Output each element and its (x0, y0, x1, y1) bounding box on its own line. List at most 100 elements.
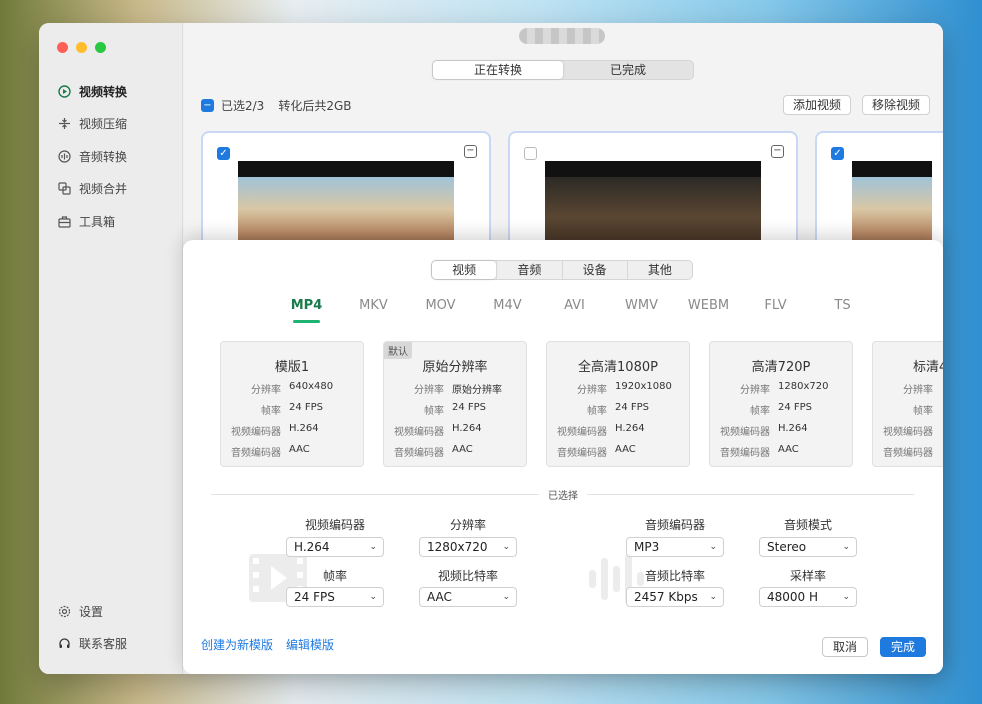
format-tab[interactable]: AVI (541, 298, 608, 313)
collapse-icon[interactable]: − (771, 145, 784, 158)
sidebar-item-label: 联系客服 (79, 637, 128, 652)
select-value: AAC (427, 590, 452, 604)
format-tab[interactable]: MKV (340, 298, 407, 313)
preset-card[interactable]: 默认 原始分辨率 分辨率 原始分辨率 帧率 24 FPS 视频编码器 H.264 音频… (383, 341, 527, 467)
sidebar-item-toolbox[interactable]: 工具箱 (57, 205, 127, 238)
select-value: H.264 (294, 540, 330, 554)
merge-icon (57, 182, 71, 196)
sidebar-item-video-compress[interactable]: 视频压缩 (57, 108, 127, 141)
audio-codec-label: 音频编码器 (644, 518, 705, 532)
video-codec-label: 视频编码器 (304, 518, 365, 532)
preset-card[interactable]: 标清4 分辨率 帧率 视频编码器 音频编码器 (872, 341, 943, 467)
cancel-button[interactable]: 取消 (822, 637, 869, 657)
preset-name: 模版1 (274, 360, 310, 375)
tab-audio[interactable]: 音频 (496, 261, 561, 279)
close-window-button[interactable] (57, 42, 68, 53)
sidebar-item-label: 音频转换 (79, 149, 128, 164)
preset-value: H.264 (452, 423, 482, 434)
chevron-down-icon: ⌄ (502, 592, 510, 602)
done-button[interactable]: 完成 (880, 637, 927, 657)
sidebar-item-video-merge[interactable]: 视频合并 (57, 173, 127, 206)
audio-bitrate-select[interactable]: 2457 Kbps ⌄ (626, 587, 724, 607)
video-codec-select[interactable]: H.264 ⌄ (286, 537, 384, 557)
select-all-checkbox[interactable]: − (201, 99, 214, 112)
preset-key: 视频编码器 (394, 427, 444, 438)
gear-icon (57, 604, 71, 618)
preset-value: 24 FPS (452, 402, 487, 413)
preset-name: 标清4 (913, 360, 943, 375)
selection-size: 转化后共2GB (278, 99, 352, 113)
preset-key: 帧率 (261, 406, 281, 417)
audio-convert-icon (57, 149, 71, 163)
video-card-checkbox[interactable]: ✓ (831, 147, 844, 160)
minimize-window-button[interactable] (76, 42, 87, 53)
edit-template-link[interactable]: 编辑模版 (286, 636, 334, 653)
tab-video[interactable]: 视频 (432, 261, 497, 279)
create-template-link[interactable]: 创建为新模版 (201, 636, 273, 653)
audio-mode-select[interactable]: Stereo ⌄ (759, 537, 857, 557)
preset-value: H.264 (289, 423, 319, 434)
format-tab[interactable]: MP4 (273, 298, 340, 323)
format-tab[interactable]: WEBM (675, 298, 742, 313)
frame-rate-label: 帧率 (322, 569, 347, 583)
preset-key: 分辨率 (740, 385, 770, 396)
preset-key: 分辨率 (414, 385, 444, 396)
preset-key: 分辨率 (251, 385, 281, 396)
preset-name: 全高清1080P (578, 360, 658, 375)
preset-card[interactable]: 高清720P 分辨率 1280x720 帧率 24 FPS 视频编码器 H.264 音… (709, 341, 853, 467)
sidebar-item-label: 视频压缩 (79, 117, 128, 132)
preset-name: 高清720P (751, 360, 811, 375)
selection-summary: − 已选2/3 转化后共2GB (201, 97, 352, 114)
select-value: 24 FPS (294, 590, 335, 604)
video-card-checkbox[interactable] (524, 147, 537, 160)
format-tab[interactable]: TS (809, 298, 876, 313)
window-controls (57, 42, 106, 53)
format-category-tabs: 视频 音频 设备 其他 (431, 260, 693, 280)
preset-value: AAC (452, 444, 473, 455)
format-tab[interactable]: FLV (742, 298, 809, 313)
frame-rate-select[interactable]: 24 FPS ⌄ (286, 587, 384, 607)
collapse-icon[interactable]: − (464, 145, 477, 158)
compress-icon (57, 117, 71, 131)
sidebar-item-video-convert[interactable]: 视频转换 (57, 75, 127, 108)
select-value: MP3 (634, 540, 660, 554)
preset-value: AAC (778, 444, 799, 455)
zoom-window-button[interactable] (95, 42, 106, 53)
sample-rate-select[interactable]: 48000 H ⌄ (759, 587, 857, 607)
audio-codec-select[interactable]: MP3 ⌄ (626, 537, 724, 557)
sidebar-item-settings[interactable]: 设置 (57, 595, 127, 628)
select-value: 1280x720 (427, 540, 488, 554)
preset-value: 24 FPS (778, 402, 813, 413)
resolution-select[interactable]: 1280x720 ⌄ (419, 537, 517, 557)
format-tab[interactable]: WMV (608, 298, 675, 313)
tab-other[interactable]: 其他 (626, 261, 692, 279)
tab-converting[interactable]: 正在转换 (433, 61, 563, 79)
sidebar-nav: 视频转换 视频压缩 音频转换 视频合并 工具箱 (57, 75, 127, 238)
preset-card[interactable]: 全高清1080P 分辨率 1920x1080 帧率 24 FPS 视频编码器 H.26… (546, 341, 690, 467)
preset-value: AAC (289, 444, 310, 455)
sidebar-item-label: 视频合并 (79, 182, 128, 197)
preset-value: 24 FPS (615, 402, 650, 413)
chevron-down-icon: ⌄ (369, 542, 377, 552)
tab-device[interactable]: 设备 (561, 261, 627, 279)
preset-key: 音频编码器 (231, 448, 281, 459)
preset-key: 帧率 (424, 406, 444, 417)
chevron-down-icon: ⌄ (842, 542, 850, 552)
select-value: Stereo (767, 540, 807, 554)
resolution-label: 分辨率 (449, 518, 486, 532)
preset-card[interactable]: 模版1 分辨率 640x480 帧率 24 FPS 视频编码器 H.264 音频编码器… (220, 341, 364, 467)
preset-key: 帧率 (750, 406, 770, 417)
tab-completed[interactable]: 已完成 (563, 61, 693, 79)
audio-mode-label: 音频模式 (783, 518, 832, 532)
add-video-button[interactable]: 添加视频 (783, 95, 852, 115)
format-tab[interactable]: MOV (407, 298, 474, 313)
sidebar-item-support[interactable]: 联系客服 (57, 628, 127, 661)
sidebar-item-audio-convert[interactable]: 音频转换 (57, 140, 127, 173)
preset-value: 1280x720 (778, 381, 829, 392)
preset-value: 1920x1080 (615, 381, 672, 392)
video-card-checkbox[interactable]: ✓ (217, 147, 230, 160)
remove-video-button[interactable]: 移除视频 (862, 95, 931, 115)
preset-value: AAC (615, 444, 636, 455)
format-tab[interactable]: M4V (474, 298, 541, 313)
video-bitrate-select[interactable]: AAC ⌄ (419, 587, 517, 607)
